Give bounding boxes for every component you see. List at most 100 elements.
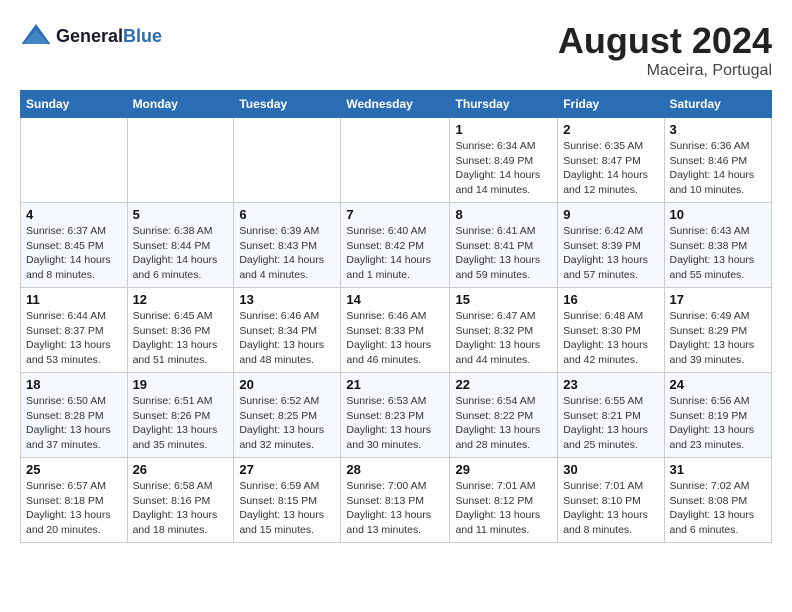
day-info: Sunrise: 6:43 AM Sunset: 8:38 PM Dayligh… [670,224,767,283]
day-info: Sunrise: 6:49 AM Sunset: 8:29 PM Dayligh… [670,309,767,368]
calendar-cell: 6Sunrise: 6:39 AM Sunset: 8:43 PM Daylig… [234,203,341,288]
logo-icon [20,20,52,52]
calendar-cell: 1 Sunrise: 6:34 AM Sunset: 8:49 PM Daylig… [450,118,558,203]
calendar-cell [234,118,341,203]
logo: GeneralBlue [20,20,162,52]
calendar-cell: 15Sunrise: 6:47 AM Sunset: 8:32 PM Dayli… [450,288,558,373]
day-info: Sunrise: 6:45 AM Sunset: 8:36 PM Dayligh… [133,309,229,368]
calendar-cell [127,118,234,203]
day-info: Sunrise: 6:53 AM Sunset: 8:23 PM Dayligh… [346,394,444,453]
day-number: 29 [455,462,552,477]
day-info: Sunrise: 6:44 AM Sunset: 8:37 PM Dayligh… [26,309,122,368]
weekday-header-wednesday: Wednesday [341,91,450,118]
day-number: 9 [563,207,658,222]
day-info: Sunrise: 6:56 AM Sunset: 8:19 PM Dayligh… [670,394,767,453]
calendar-cell: 23Sunrise: 6:55 AM Sunset: 8:21 PM Dayli… [558,373,664,458]
calendar-cell: 13 Sunrise: 6:46 AM Sunset: 8:34 PM Dayli… [234,288,341,373]
calendar-cell: 8 Sunrise: 6:41 AM Sunset: 8:41 PM Daylig… [450,203,558,288]
calendar-cell: 22 Sunrise: 6:54 AM Sunset: 8:22 PM Dayli… [450,373,558,458]
day-number: 25 [26,462,122,477]
day-info: Sunrise: 6:37 AM Sunset: 8:45 PM Dayligh… [26,224,122,283]
day-number: 3 [670,122,767,137]
calendar-cell: 26 Sunrise: 6:58 AM Sunset: 8:16 PM Dayli… [127,458,234,543]
calendar-cell: 17 Sunrise: 6:49 AM Sunset: 8:29 PM Dayli… [664,288,772,373]
day-number: 20 [239,377,335,392]
calendar-cell: 19Sunrise: 6:51 AM Sunset: 8:26 PM Dayli… [127,373,234,458]
weekday-header-sunday: Sunday [21,91,128,118]
day-number: 28 [346,462,444,477]
weekday-header-saturday: Saturday [664,91,772,118]
calendar-cell: 2 Sunrise: 6:35 AM Sunset: 8:47 PM Daylig… [558,118,664,203]
day-info: Sunrise: 7:02 AM Sunset: 8:08 PM Dayligh… [670,479,767,538]
calendar-table: SundayMondayTuesdayWednesdayThursdayFrid… [20,90,772,543]
day-info: Sunrise: 6:40 AM Sunset: 8:42 PM Dayligh… [346,224,444,283]
day-info: Sunrise: 6:35 AM Sunset: 8:47 PM Dayligh… [563,139,658,198]
calendar-cell: 25 Sunrise: 6:57 AM Sunset: 8:18 PM Dayli… [21,458,128,543]
day-number: 12 [133,292,229,307]
calendar-body: 1 Sunrise: 6:34 AM Sunset: 8:49 PM Daylig… [21,118,772,543]
calendar-cell: 16Sunrise: 6:48 AM Sunset: 8:30 PM Dayli… [558,288,664,373]
day-number: 11 [26,292,122,307]
calendar-cell: 14 Sunrise: 6:46 AM Sunset: 8:33 PM Dayli… [341,288,450,373]
day-number: 4 [26,207,122,222]
calendar-cell: 4 Sunrise: 6:37 AM Sunset: 8:45 PM Daylig… [21,203,128,288]
day-number: 7 [346,207,444,222]
location: Maceira, Portugal [558,62,772,80]
calendar-cell: 5Sunrise: 6:38 AM Sunset: 8:44 PM Daylig… [127,203,234,288]
day-number: 31 [670,462,767,477]
calendar-week-5: 25 Sunrise: 6:57 AM Sunset: 8:18 PM Dayli… [21,458,772,543]
day-info: Sunrise: 6:52 AM Sunset: 8:25 PM Dayligh… [239,394,335,453]
day-number: 8 [455,207,552,222]
calendar-week-1: 1 Sunrise: 6:34 AM Sunset: 8:49 PM Daylig… [21,118,772,203]
day-number: 27 [239,462,335,477]
day-info: Sunrise: 6:59 AM Sunset: 8:15 PM Dayligh… [239,479,335,538]
day-info: Sunrise: 7:01 AM Sunset: 8:10 PM Dayligh… [563,479,658,538]
day-info: Sunrise: 6:57 AM Sunset: 8:18 PM Dayligh… [26,479,122,538]
day-info: Sunrise: 6:54 AM Sunset: 8:22 PM Dayligh… [455,394,552,453]
day-info: Sunrise: 6:41 AM Sunset: 8:41 PM Dayligh… [455,224,552,283]
day-number: 26 [133,462,229,477]
day-number: 10 [670,207,767,222]
day-number: 17 [670,292,767,307]
calendar-cell: 20 Sunrise: 6:52 AM Sunset: 8:25 PM Dayli… [234,373,341,458]
day-info: Sunrise: 6:34 AM Sunset: 8:49 PM Dayligh… [455,139,552,198]
day-number: 14 [346,292,444,307]
day-info: Sunrise: 7:01 AM Sunset: 8:12 PM Dayligh… [455,479,552,538]
calendar-cell: 30 Sunrise: 7:01 AM Sunset: 8:10 PM Dayli… [558,458,664,543]
day-number: 19 [133,377,229,392]
day-number: 24 [670,377,767,392]
day-info: Sunrise: 6:46 AM Sunset: 8:33 PM Dayligh… [346,309,444,368]
day-info: Sunrise: 6:58 AM Sunset: 8:16 PM Dayligh… [133,479,229,538]
calendar-week-4: 18Sunrise: 6:50 AM Sunset: 8:28 PM Dayli… [21,373,772,458]
weekday-header-friday: Friday [558,91,664,118]
calendar-cell: 12 Sunrise: 6:45 AM Sunset: 8:36 PM Dayli… [127,288,234,373]
calendar-cell: 18Sunrise: 6:50 AM Sunset: 8:28 PM Dayli… [21,373,128,458]
month-year: August 2024 [558,20,772,62]
calendar-cell [341,118,450,203]
calendar-cell: 21Sunrise: 6:53 AM Sunset: 8:23 PM Dayli… [341,373,450,458]
day-number: 22 [455,377,552,392]
day-number: 30 [563,462,658,477]
day-info: Sunrise: 6:47 AM Sunset: 8:32 PM Dayligh… [455,309,552,368]
weekday-header-row: SundayMondayTuesdayWednesdayThursdayFrid… [21,91,772,118]
day-number: 1 [455,122,552,137]
calendar-cell: 11 Sunrise: 6:44 AM Sunset: 8:37 PM Dayli… [21,288,128,373]
weekday-header-monday: Monday [127,91,234,118]
calendar-cell: 27 Sunrise: 6:59 AM Sunset: 8:15 PM Dayli… [234,458,341,543]
calendar-week-3: 11 Sunrise: 6:44 AM Sunset: 8:37 PM Dayli… [21,288,772,373]
title-block: August 2024 Maceira, Portugal [558,20,772,80]
day-number: 13 [239,292,335,307]
calendar-cell: 9 Sunrise: 6:42 AM Sunset: 8:39 PM Daylig… [558,203,664,288]
day-info: Sunrise: 6:50 AM Sunset: 8:28 PM Dayligh… [26,394,122,453]
calendar-cell: 3Sunrise: 6:36 AM Sunset: 8:46 PM Daylig… [664,118,772,203]
day-info: Sunrise: 6:46 AM Sunset: 8:34 PM Dayligh… [239,309,335,368]
day-number: 2 [563,122,658,137]
day-info: Sunrise: 6:38 AM Sunset: 8:44 PM Dayligh… [133,224,229,283]
calendar-cell [21,118,128,203]
page-header: GeneralBlue August 2024 Maceira, Portuga… [20,20,772,80]
calendar-week-2: 4 Sunrise: 6:37 AM Sunset: 8:45 PM Daylig… [21,203,772,288]
day-info: Sunrise: 6:42 AM Sunset: 8:39 PM Dayligh… [563,224,658,283]
day-info: Sunrise: 6:55 AM Sunset: 8:21 PM Dayligh… [563,394,658,453]
weekday-header-thursday: Thursday [450,91,558,118]
day-number: 16 [563,292,658,307]
